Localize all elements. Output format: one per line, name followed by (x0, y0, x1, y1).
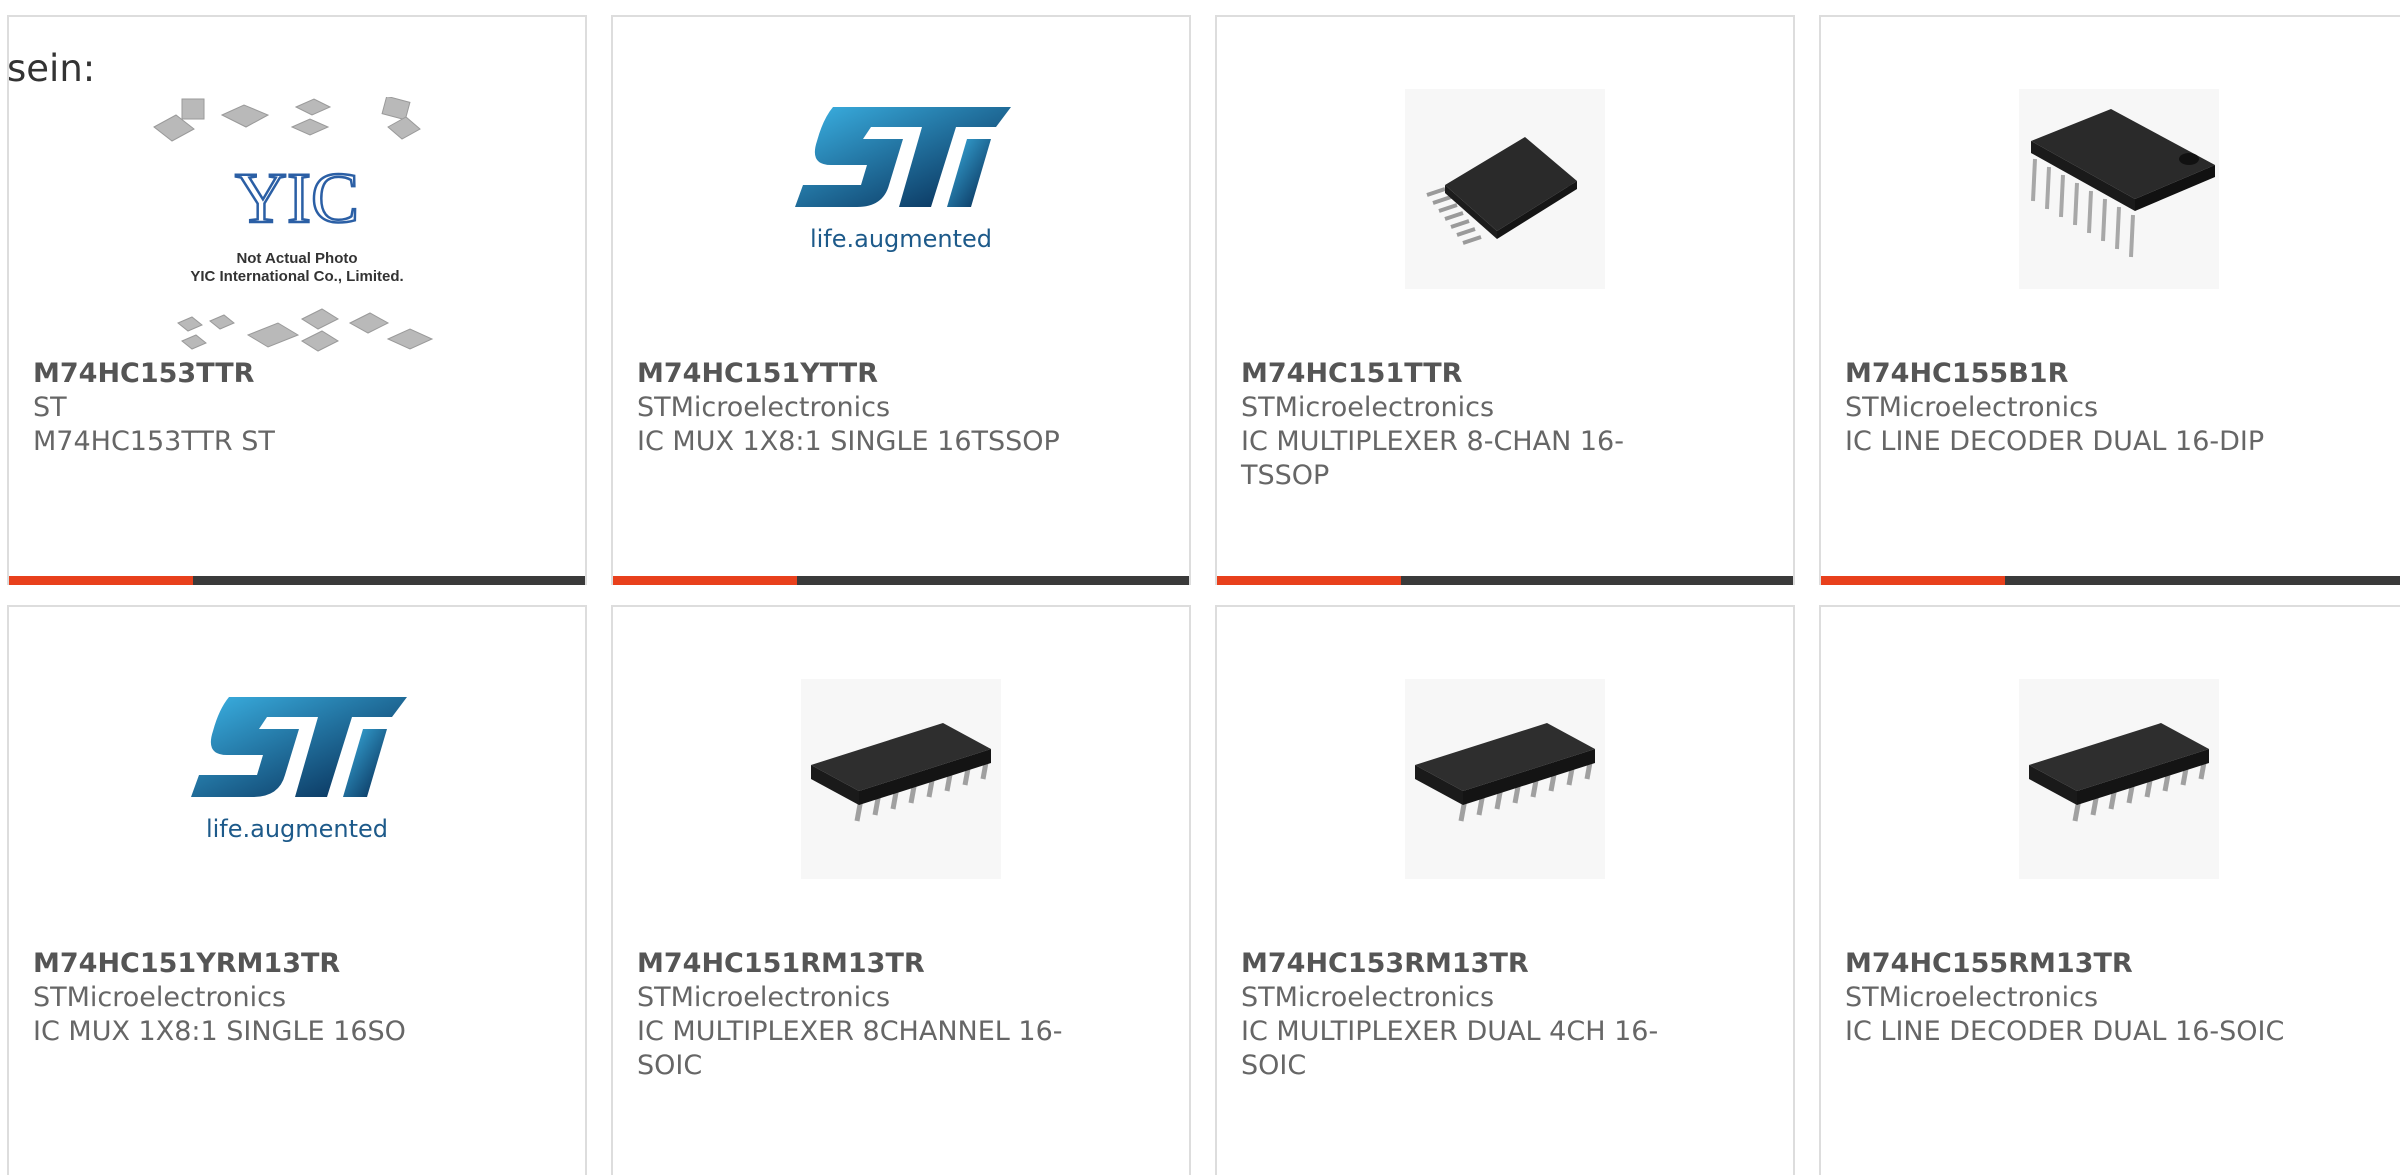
intro-text: sein: (7, 47, 96, 90)
card-underline-bar (9, 576, 585, 585)
product-card[interactable]: M74HC153RM13TR STMicroelectronics IC MUL… (1215, 605, 1795, 1175)
part-number-link[interactable]: M74HC155B1R (1845, 357, 2393, 391)
part-number-link[interactable]: M74HC151RM13TR (637, 947, 1165, 981)
svg-text:life.augmented: life.augmented (810, 225, 992, 253)
product-description: IC MULTIPLEXER 8CHANNEL 16-SOIC (637, 1016, 1063, 1081)
svg-text:life.augmented: life.augmented (206, 815, 388, 843)
tssop-chip-icon (1405, 89, 1605, 289)
part-number-link[interactable]: M74HC153RM13TR (1241, 947, 1769, 981)
product-description: IC MULTIPLEXER DUAL 4CH 16-SOIC (1241, 1016, 1659, 1081)
product-description: IC MUX 1X8:1 SINGLE 16TSSOP (637, 426, 1060, 457)
svg-text:YIC International Co., Limited: YIC International Co., Limited. (190, 268, 403, 285)
product-card[interactable]: YIC Not Actual Photo YIC International C… (7, 15, 587, 585)
card-underline-accent (613, 576, 797, 585)
manufacturer-label: STMicroelectronics (637, 392, 891, 423)
soic-chip-icon (1405, 679, 1605, 879)
card-underline-accent (1821, 576, 2005, 585)
product-description: IC MUX 1X8:1 SINGLE 16SO (33, 1016, 406, 1047)
product-image[interactable]: life.augmented (187, 697, 407, 867)
soic-chip-icon (801, 679, 1001, 879)
product-card[interactable]: M74HC151RM13TR STMicroelectronics IC MUL… (611, 605, 1191, 1175)
product-image[interactable]: life.augmented (791, 107, 1011, 277)
product-card[interactable]: M74HC151TTR STMicroelectronics IC MULTIP… (1215, 15, 1795, 585)
part-number-link[interactable]: M74HC153TTR (33, 357, 561, 391)
product-image[interactable]: YIC Not Actual Photo YIC International C… (152, 97, 442, 367)
card-underline-accent (9, 576, 193, 585)
product-card[interactable]: M74HC155B1R STMicroelectronics IC LINE D… (1819, 15, 2400, 585)
manufacturer-label: STMicroelectronics (1845, 982, 2099, 1013)
yic-logo-text: YIC (235, 158, 359, 238)
manufacturer-label: STMicroelectronics (1241, 392, 1495, 423)
product-description: M74HC153TTR ST (33, 426, 275, 457)
product-image[interactable] (1405, 679, 1605, 879)
product-description: IC MULTIPLEXER 8-CHAN 16-TSSOP (1241, 426, 1624, 491)
card-underline-bar (1821, 576, 2400, 585)
product-description: IC LINE DECODER DUAL 16-DIP (1845, 426, 2265, 457)
product-card[interactable]: life.augmented M74HC151YRM13TR STMicroel… (7, 605, 587, 1175)
svg-text:Not Actual Photo: Not Actual Photo (236, 250, 357, 267)
part-number-link[interactable]: M74HC155RM13TR (1845, 947, 2393, 981)
product-image[interactable] (801, 679, 1001, 879)
part-number-link[interactable]: M74HC151YRM13TR (33, 947, 561, 981)
product-grid: YIC Not Actual Photo YIC International C… (0, 0, 2400, 1175)
soic-chip-icon (2019, 679, 2219, 879)
part-number-link[interactable]: M74HC151TTR (1241, 357, 1769, 391)
manufacturer-label: STMicroelectronics (1241, 982, 1495, 1013)
st-logo-icon: life.augmented (191, 697, 407, 843)
part-number-link[interactable]: M74HC151YTTR (637, 357, 1165, 391)
dip-chip-icon (2019, 89, 2219, 289)
st-logo-icon: life.augmented (795, 107, 1011, 253)
manufacturer-label: STMicroelectronics (33, 982, 287, 1013)
card-underline-accent (1217, 576, 1401, 585)
product-image[interactable] (2019, 679, 2219, 879)
product-image[interactable] (2019, 89, 2219, 289)
manufacturer-label: STMicroelectronics (637, 982, 891, 1013)
product-description: IC LINE DECODER DUAL 16-SOIC (1845, 1016, 2285, 1047)
product-card[interactable]: M74HC155RM13TR STMicroelectronics IC LIN… (1819, 605, 2400, 1175)
manufacturer-label: ST (33, 392, 67, 423)
placeholder-photo-icon: YIC Not Actual Photo YIC International C… (153, 97, 434, 352)
product-card[interactable]: life.augmented M74HC151YTTR STMicroelect… (611, 15, 1191, 585)
manufacturer-label: STMicroelectronics (1845, 392, 2099, 423)
product-image[interactable] (1405, 89, 1605, 289)
card-underline-bar (1217, 576, 1793, 585)
card-underline-bar (613, 576, 1189, 585)
